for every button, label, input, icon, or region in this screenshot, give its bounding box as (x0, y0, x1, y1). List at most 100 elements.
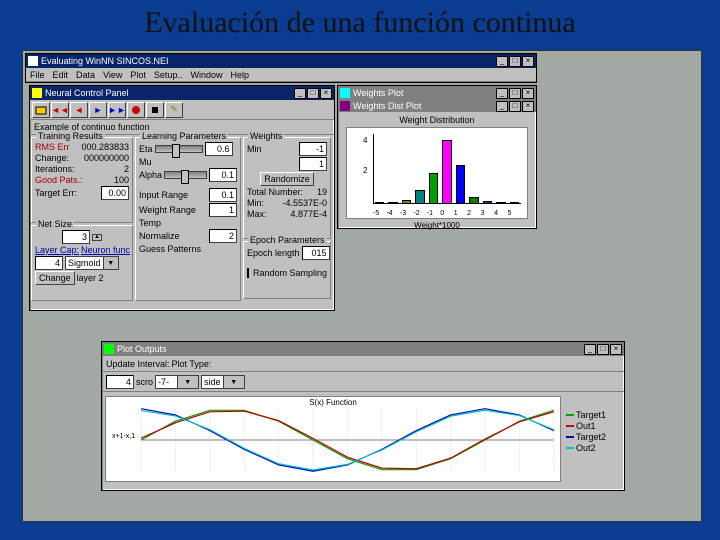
menu-view[interactable]: View (103, 70, 122, 80)
plot-side-combo[interactable]: side▼ (201, 375, 245, 389)
wp-close-button[interactable]: × (522, 88, 534, 99)
plot-title: Plot Outputs (117, 344, 583, 354)
layercap-label[interactable]: Layer Cap: (35, 245, 79, 255)
toolbar-prev-button[interactable]: ◄◄ (51, 102, 69, 118)
weightrange-label: Weight Range (139, 205, 196, 215)
ncp-minimize-button[interactable]: _ (294, 88, 306, 99)
training-results-legend: Training Results (36, 131, 105, 141)
weights-legend: Weights (248, 131, 284, 141)
plot-type-combo[interactable]: -7-▼ (155, 375, 199, 389)
epoch-len-input[interactable] (302, 246, 330, 260)
legend-out1: Out1 (576, 421, 596, 431)
weights-min-label: Min (247, 144, 262, 154)
weight-chart-title: Weight Distribution (342, 115, 532, 125)
temp-label: Temp (139, 218, 161, 228)
menu-window[interactable]: Window (190, 70, 222, 80)
weights-min-input[interactable] (299, 142, 327, 156)
legend-target2: Target2 (576, 432, 606, 442)
inputrange-input[interactable] (209, 188, 237, 202)
change-button[interactable]: Change (35, 271, 75, 285)
plot-outputs-window: Plot Outputs _ □ × Update Interval: Plot… (101, 341, 625, 491)
toolbar-record-button[interactable] (127, 102, 145, 118)
menu-edit[interactable]: Edit (53, 70, 69, 80)
menu-setup[interactable]: Setup.. (154, 70, 183, 80)
toolbar-back-button[interactable]: ◄ (70, 102, 88, 118)
netsize-up[interactable]: ▲ (92, 234, 102, 241)
toolbar-note-button[interactable]: ✎ (165, 102, 183, 118)
plot-icon (104, 344, 114, 354)
chevron-down-icon: ▼ (103, 257, 118, 269)
menu-file[interactable]: File (30, 70, 45, 80)
alpha-slider[interactable] (164, 171, 207, 179)
slide-title: Evaluación de una función continua (0, 6, 720, 40)
update-interval-input[interactable] (106, 375, 134, 389)
toolbar-stop-button[interactable] (146, 102, 164, 118)
wp-maximize-button[interactable]: □ (509, 88, 521, 99)
ytick-4: 4 (363, 136, 367, 145)
control-panel-titlebar[interactable]: Neural Control Panel _ □ × (30, 86, 334, 100)
control-panel-window: Neural Control Panel _ □ × ◄◄ ◄ ► ►► ✎ E… (29, 85, 335, 311)
app-icon (28, 56, 38, 66)
line-chart-title: S(x) Function (106, 398, 560, 407)
wps-maximize-button[interactable]: □ (509, 101, 521, 112)
plot-titlebar[interactable]: Plot Outputs _ □ × (102, 342, 624, 356)
total-label: Total Number: (247, 187, 303, 197)
net-size-group: Net Size ▲ Layer Cap:Neuron func Sigmoid… (31, 225, 133, 301)
normalize-label: Normalize (139, 231, 180, 241)
eta-input[interactable] (205, 142, 233, 156)
maximize-button[interactable]: □ (509, 56, 521, 67)
po-minimize-button[interactable]: _ (584, 344, 596, 355)
iterations-value: 2 (124, 164, 129, 174)
mu-label: Mu (139, 157, 152, 167)
wp-minimize-button[interactable]: _ (496, 88, 508, 99)
weights-max-input[interactable] (299, 157, 327, 171)
layercap-input[interactable] (35, 256, 63, 270)
toolbar-open-button[interactable] (32, 102, 50, 118)
wps-close-button[interactable]: × (522, 101, 534, 112)
alpha-input[interactable] (209, 168, 237, 182)
minimize-button[interactable]: _ (496, 56, 508, 67)
targeterr-label: Target Err: (35, 188, 77, 198)
netsize-input[interactable] (62, 230, 90, 244)
update-interval-label: Update Interval: (106, 359, 170, 369)
weight-bar-chart: 4 2 -5-4-3-2-1012345 (346, 127, 528, 219)
goodpats-label: Good Pats.: (35, 175, 83, 185)
close-button[interactable]: × (522, 56, 534, 67)
targeterr-input[interactable] (101, 186, 129, 200)
ncp-maximize-button[interactable]: □ (307, 88, 319, 99)
max2-label: Max: (247, 209, 267, 219)
weights-titlebar[interactable]: Weights Plot _ □ × (338, 86, 536, 100)
line-plot: S(x) Function x+1-x,1 (105, 396, 561, 482)
neuronfunc-label[interactable]: Neuron func (81, 245, 130, 255)
normalize-input[interactable] (209, 229, 237, 243)
menu-data[interactable]: Data (76, 70, 95, 80)
toolbar-ffwd-button[interactable]: ►► (108, 102, 126, 118)
total-value: 19 (317, 187, 327, 197)
weightrange-input[interactable] (209, 203, 237, 217)
desktop-area: Evaluating WinNN SINCOS.NEI _ □ × File E… (22, 50, 702, 522)
toolbar-fwd-button[interactable]: ► (89, 102, 107, 118)
app-title: Evaluating WinNN SINCOS.NEI (41, 56, 495, 66)
randomize-button[interactable]: Randomize (260, 172, 314, 186)
weights-subtitle: Weights Dist Plot (353, 101, 495, 111)
eta-slider[interactable] (155, 145, 203, 153)
goodpats-value: 100 (114, 175, 129, 185)
random-sampling-checkbox[interactable] (247, 268, 249, 278)
po-close-button[interactable]: × (610, 344, 622, 355)
control-panel-title: Neural Control Panel (45, 88, 293, 98)
net-size-legend: Net Size (36, 219, 74, 229)
menu-help[interactable]: Help (230, 70, 249, 80)
weights-subtitlebar[interactable]: Weights Dist Plot _ □ × (338, 100, 536, 112)
neuronfunc-combo[interactable]: Sigmoid▼ (65, 256, 119, 270)
menu-plot[interactable]: Plot (130, 70, 146, 80)
layer-label: layer 2 (77, 273, 104, 283)
app-titlebar[interactable]: Evaluating WinNN SINCOS.NEI _ □ × (26, 54, 536, 68)
training-results-group: Training Results RMS Err000.283833 Chang… (31, 137, 133, 223)
ncp-close-button[interactable]: × (320, 88, 332, 99)
min2-value: -4.5537E-0 (282, 198, 327, 208)
wps-minimize-button[interactable]: _ (496, 101, 508, 112)
weights-plot-window: Weights Plot _ □ × Weights Dist Plot _ □… (337, 85, 537, 229)
rms-label: RMS Err (35, 142, 70, 152)
po-maximize-button[interactable]: □ (597, 344, 609, 355)
alpha-label: Alpha (139, 170, 162, 180)
